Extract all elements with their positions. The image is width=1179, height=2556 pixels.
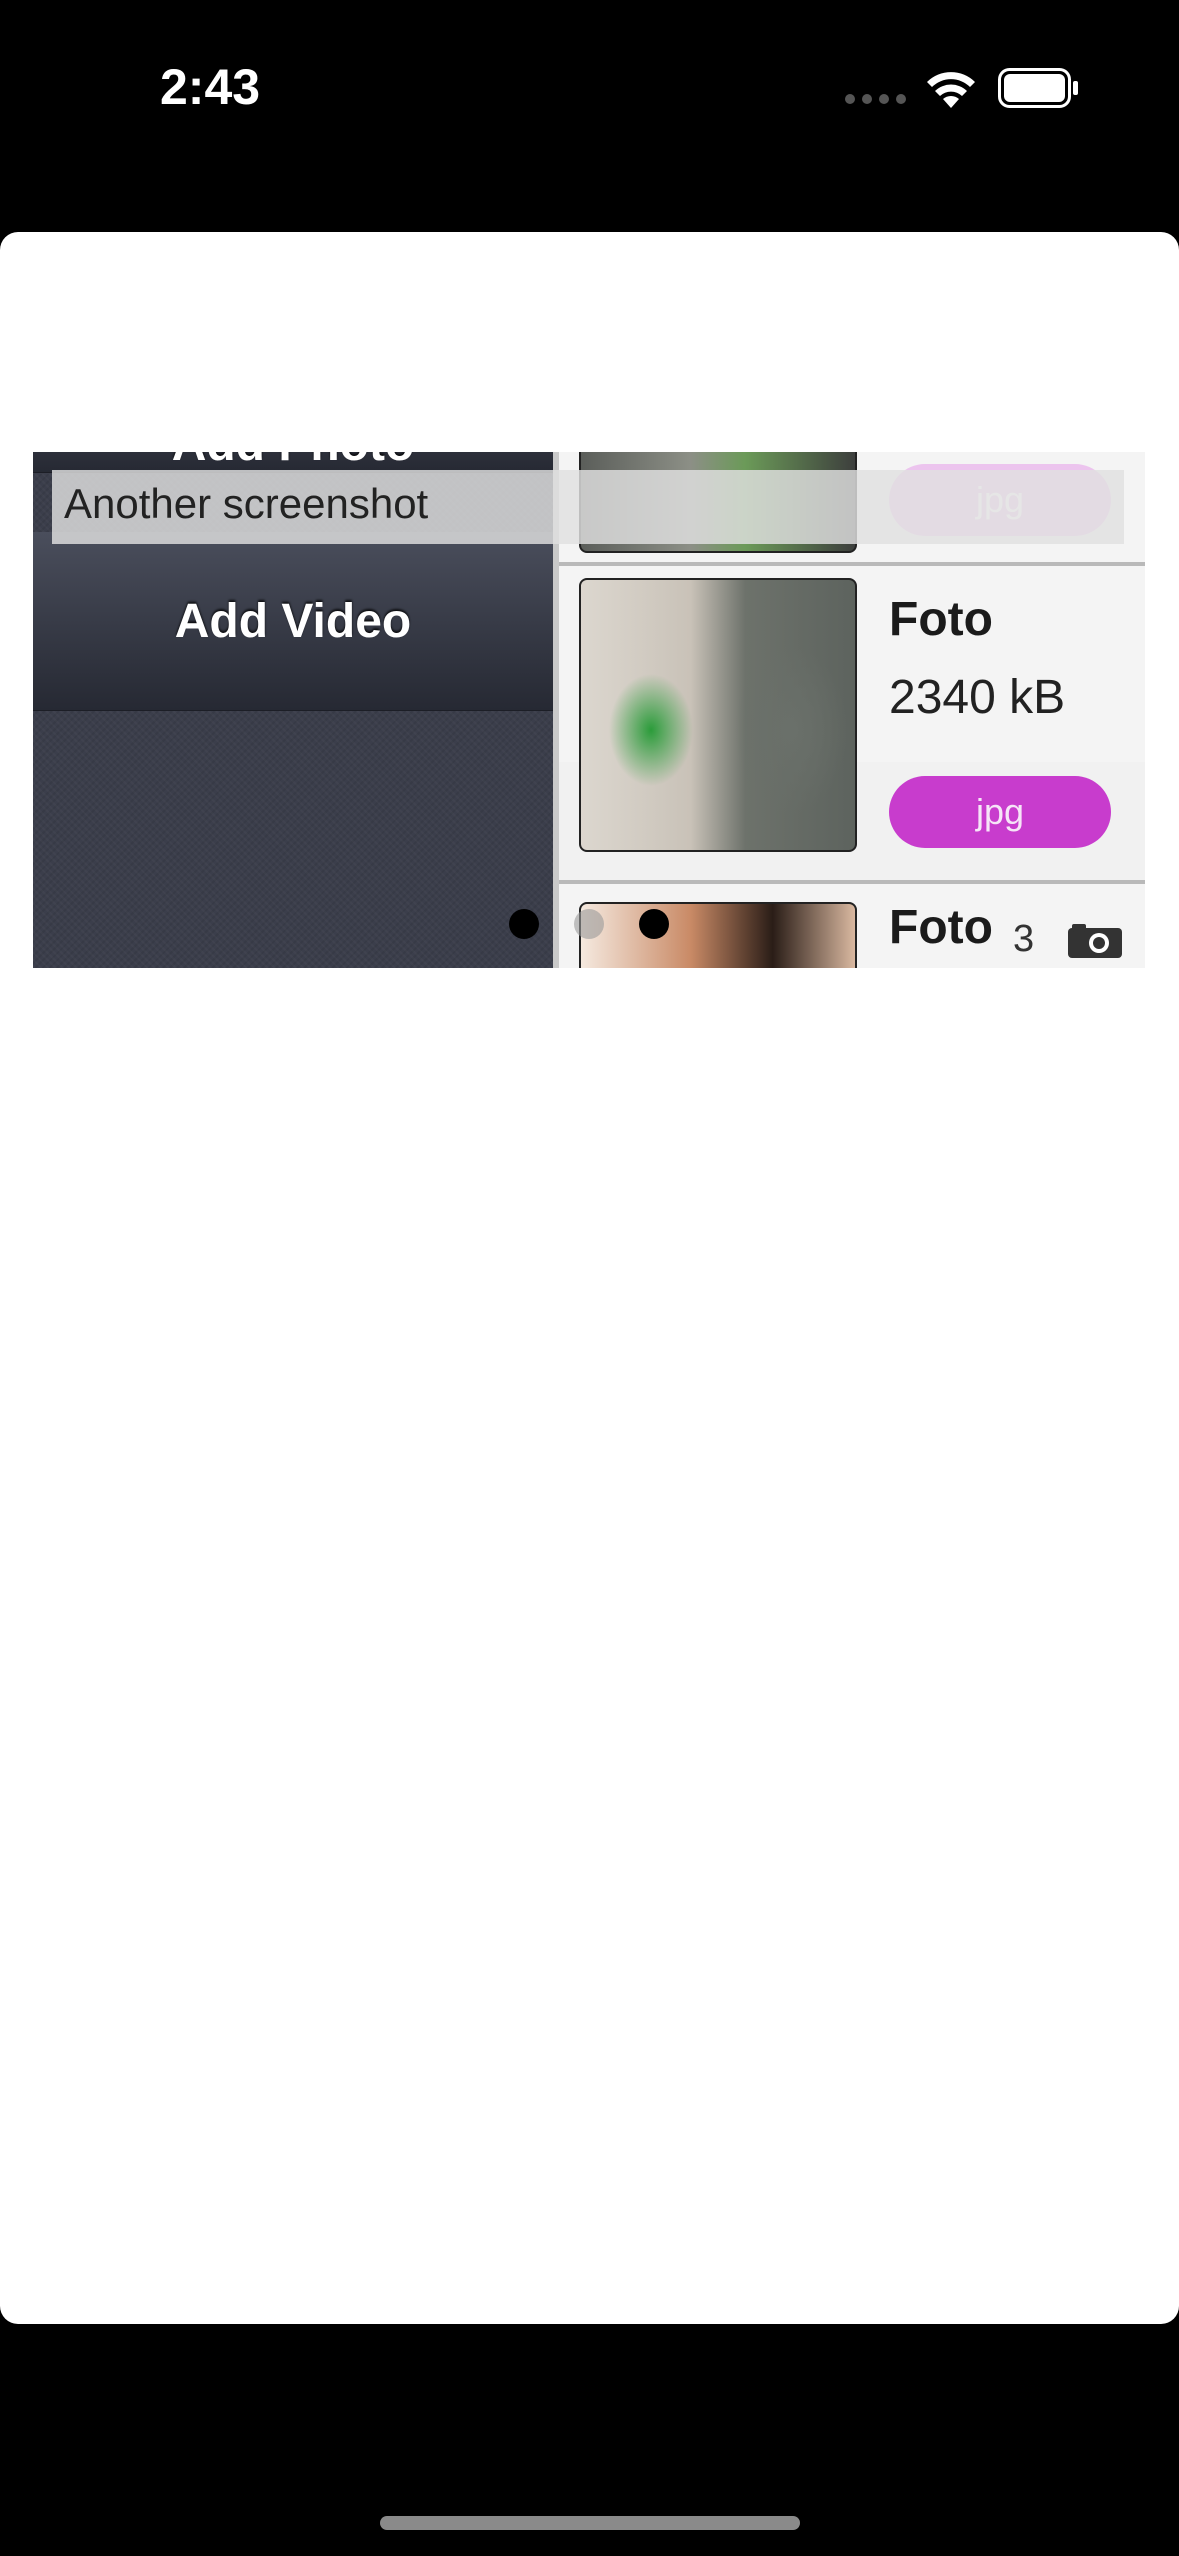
camera-icon: [1068, 924, 1122, 958]
cellular-signal-icon: [845, 94, 906, 104]
status-time: 2:43: [160, 59, 261, 115]
list-item: Foto 2340 kB: [559, 566, 1145, 852]
page-dot[interactable]: [639, 909, 669, 939]
battery-icon: [998, 68, 1078, 108]
add-video-button: Add Video: [33, 532, 553, 711]
item-title: Foto: [889, 901, 993, 954]
caption-text: Another screenshot: [64, 480, 429, 527]
caption-bar: Another screenshot: [52, 470, 1124, 544]
home-indicator[interactable]: [380, 2516, 800, 2530]
item-size: 2340 kB: [889, 671, 1066, 724]
screenshot-count: 3: [1013, 918, 1035, 960]
page-indicator[interactable]: [509, 909, 669, 939]
page-dot[interactable]: [574, 909, 604, 939]
wifi-icon: [927, 72, 975, 108]
page-dot[interactable]: [509, 909, 539, 939]
media-thumbnail: [579, 578, 857, 852]
type-badge: jpg: [889, 776, 1111, 848]
item-title: Foto: [889, 593, 993, 646]
status-bar: 2:43: [0, 0, 1179, 175]
